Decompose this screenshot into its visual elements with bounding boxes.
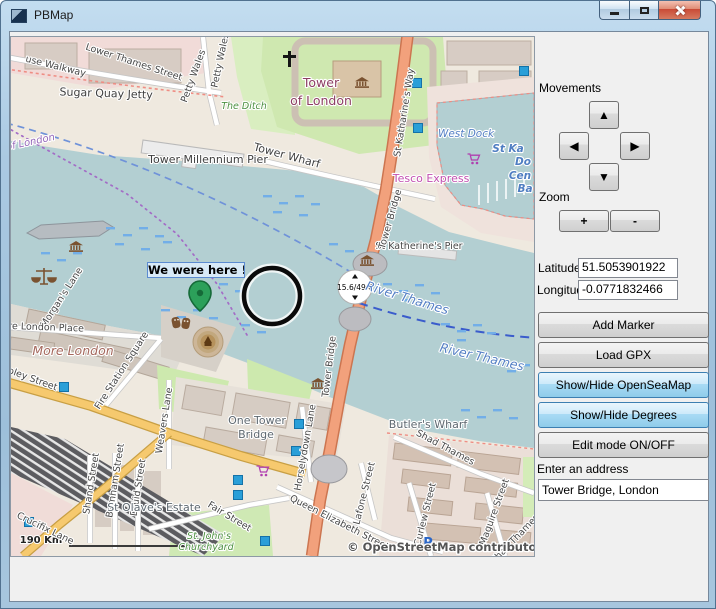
scoop-amphitheatre bbox=[193, 327, 223, 357]
edit-mode-button[interactable]: Edit mode ON/OFF bbox=[538, 432, 709, 458]
seamark-dash bbox=[141, 248, 150, 250]
map-canvas[interactable]: P 190 Km 15.6/49.6 use WalkwayS bbox=[11, 37, 534, 556]
minimize-icon bbox=[610, 12, 619, 15]
seamark-dash bbox=[299, 214, 308, 216]
seamark-dash bbox=[461, 409, 470, 411]
app-window: PBMap bbox=[0, 0, 716, 609]
move-up-button[interactable]: ▲ bbox=[589, 101, 619, 129]
seamark-dash bbox=[431, 292, 440, 294]
map-label: One Tower bbox=[228, 414, 286, 427]
map-label: Tower bbox=[302, 75, 340, 90]
seamark-dash bbox=[41, 252, 50, 254]
seamark-dash bbox=[509, 417, 518, 419]
move-down-button[interactable]: ▼ bbox=[589, 163, 619, 191]
move-right-button[interactable]: ▶ bbox=[620, 132, 650, 160]
move-left-button[interactable]: ◀ bbox=[559, 132, 589, 160]
edit-node[interactable] bbox=[414, 124, 423, 133]
seamark-dash bbox=[73, 252, 82, 254]
seamark-dash bbox=[209, 317, 218, 319]
seamark-dash bbox=[106, 227, 115, 229]
seamark-dash bbox=[295, 195, 304, 197]
seamark-dash bbox=[163, 241, 172, 243]
longitude-input[interactable]: -0.0771832466 bbox=[578, 280, 678, 300]
down-arrow-icon: ▼ bbox=[598, 170, 610, 184]
map-label: St Ka bbox=[492, 143, 523, 155]
map-label: The Ditch bbox=[221, 101, 267, 112]
up-arrow-icon: ▲ bbox=[598, 108, 610, 122]
seamark-dash bbox=[487, 332, 496, 334]
seamark-dash bbox=[311, 203, 320, 205]
map-label: Bridge bbox=[238, 428, 274, 441]
map-label: More London bbox=[32, 343, 113, 358]
zoom-in-button[interactable]: + bbox=[559, 210, 609, 232]
marker-tooltip: We were here ! bbox=[147, 262, 245, 278]
seamark-dash bbox=[139, 227, 148, 229]
map-label: Churchyard bbox=[178, 542, 234, 553]
map-label: St. John's bbox=[187, 531, 231, 542]
toggle-degrees-button[interactable]: Show/Hide Degrees bbox=[538, 402, 709, 428]
toggle-openseamap-button[interactable]: Show/Hide OpenSeaMap bbox=[538, 372, 709, 398]
seamark-dash bbox=[441, 323, 450, 325]
seamark-dash bbox=[477, 416, 486, 418]
minimize-button[interactable] bbox=[599, 1, 629, 20]
add-marker-button[interactable]: Add Marker bbox=[538, 312, 709, 338]
seamark-dash bbox=[241, 324, 250, 326]
seamark-dash bbox=[273, 211, 282, 213]
address-input[interactable]: Tower Bridge, London bbox=[538, 479, 709, 501]
left-arrow-icon: ◀ bbox=[569, 139, 578, 153]
seamark-dash bbox=[263, 195, 272, 197]
close-button[interactable] bbox=[659, 1, 701, 20]
map-label: of London bbox=[290, 93, 352, 108]
seamark-dash bbox=[161, 309, 170, 311]
edit-node[interactable] bbox=[520, 67, 529, 76]
map-label: West Dock bbox=[438, 128, 495, 140]
movements-label: Movements bbox=[539, 81, 601, 95]
map-label: Butler's Wharf bbox=[389, 418, 469, 431]
title-bar[interactable]: PBMap bbox=[1, 1, 715, 31]
seamark-dash bbox=[123, 234, 132, 236]
seamark-dash bbox=[329, 243, 338, 245]
zoom-label: Zoom bbox=[539, 190, 570, 204]
seamark-dash bbox=[57, 259, 66, 261]
edit-node[interactable] bbox=[60, 383, 69, 392]
edit-node[interactable] bbox=[295, 420, 304, 429]
edit-node[interactable] bbox=[261, 537, 270, 546]
seamark-dash bbox=[219, 283, 228, 285]
close-icon bbox=[674, 5, 685, 16]
seamark-dash bbox=[279, 202, 288, 204]
maximize-icon bbox=[640, 7, 649, 14]
seamark-dash bbox=[345, 250, 354, 252]
map-label: Do bbox=[515, 156, 531, 168]
map-label: Ba bbox=[517, 183, 532, 195]
edit-node[interactable] bbox=[234, 476, 243, 485]
seamark-dash bbox=[457, 339, 466, 341]
right-arrow-icon: ▶ bbox=[630, 139, 639, 153]
latitude-label: Latitude bbox=[538, 261, 581, 275]
zoom-out-button[interactable]: - bbox=[610, 210, 660, 232]
seamark-dash bbox=[155, 235, 164, 237]
seamark-dash bbox=[493, 409, 502, 411]
seamark-dash bbox=[257, 331, 266, 333]
window-title: PBMap bbox=[34, 8, 73, 22]
map-label: © OpenStreetMap contributors bbox=[347, 540, 534, 554]
map-label: Cen bbox=[509, 170, 531, 182]
maximize-button[interactable] bbox=[629, 1, 659, 20]
latitude-input[interactable]: 51.5053901922 bbox=[578, 258, 678, 278]
edit-node[interactable] bbox=[234, 491, 243, 500]
seamark-dash bbox=[415, 284, 424, 286]
seamark-dash bbox=[115, 243, 124, 245]
load-gpx-button[interactable]: Load GPX bbox=[538, 342, 709, 368]
map-label: St Olave's Estate bbox=[107, 501, 201, 514]
seamark-dash bbox=[473, 324, 482, 326]
map-label: Tesco Express bbox=[392, 172, 470, 185]
address-label: Enter an address bbox=[537, 462, 628, 476]
seamark-dash bbox=[457, 330, 466, 332]
app-icon bbox=[11, 9, 27, 23]
map-label: Tower Millennium Pier bbox=[147, 153, 268, 166]
